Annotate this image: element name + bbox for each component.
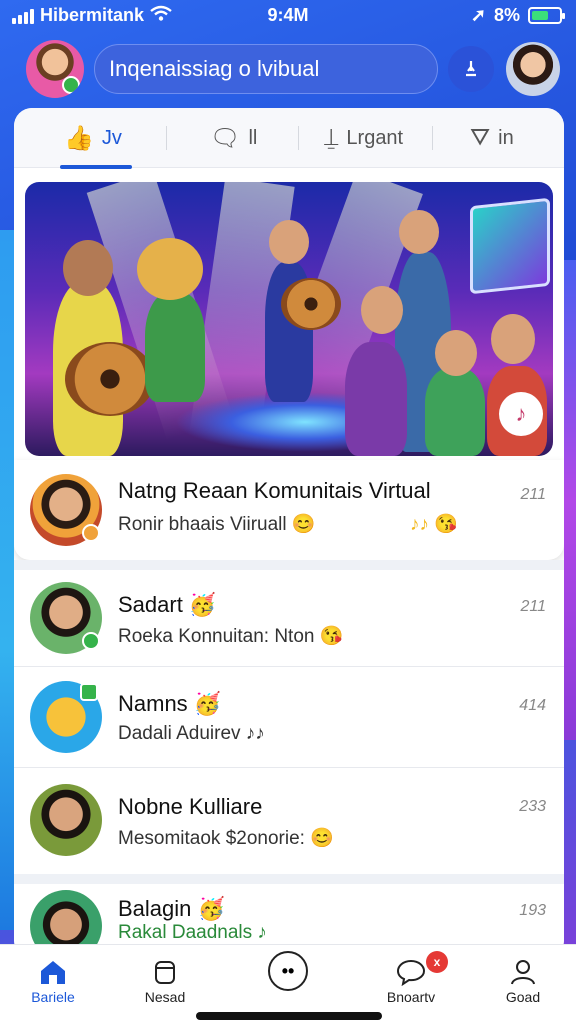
tab-tags[interactable]: ⍊ Lrgant	[324, 108, 403, 168]
profile-icon	[478, 955, 568, 989]
character-head	[491, 314, 535, 364]
chat-bubble-icon: 🗨	[210, 124, 241, 152]
chat-name: Nobne Kulliare	[118, 794, 263, 819]
contact-avatar[interactable]	[506, 42, 560, 96]
share-icon: ⛛	[470, 124, 491, 151]
character-fan	[345, 342, 407, 456]
tab-tags-label: Lrgant	[346, 126, 404, 149]
chat-name: Balagin 🥳	[118, 896, 225, 921]
tab-bar: 👍 Jv 🗨 ll ⍊ Lrgant ⛛ in	[14, 108, 564, 169]
character-head	[399, 210, 439, 254]
featured-event-image[interactable]: ♪	[25, 182, 553, 456]
chat-time: 233	[519, 798, 546, 815]
chat-time: 414	[519, 697, 546, 714]
nav-messages-label: Bnoartv	[386, 989, 436, 1005]
chat-message: Rakal Daadnals ♪	[118, 922, 267, 943]
character-head	[361, 286, 403, 334]
chat-avatar	[30, 474, 102, 546]
chat-name: Namns 🥳	[118, 691, 222, 716]
main-card: 👍 Jv 🗨 ll ⍊ Lrgant ⛛ in ♪ Natng Reaan Ko…	[14, 108, 564, 958]
home-icon	[8, 955, 98, 989]
chat-name: Natng Reaan Komunitais Virtual	[118, 478, 431, 503]
character-head	[269, 220, 309, 264]
chat-message: Ronir bhaais Viiruall 😊	[118, 514, 316, 535]
location-pin-icon[interactable]	[448, 46, 494, 92]
featured-chat-item[interactable]: Natng Reaan Komunitais Virtual Ronir bha…	[14, 460, 564, 560]
guitar	[65, 342, 155, 416]
battery-icon	[528, 7, 565, 24]
user-avatar[interactable]	[26, 40, 84, 98]
chat-message: Roeka Konnuitan: Nton 😘	[118, 626, 344, 647]
location-arrow-icon: ➚	[470, 5, 486, 25]
online-status-dot	[82, 632, 100, 650]
character-cartoon	[145, 292, 205, 402]
tab-comments-label: ll	[248, 126, 258, 149]
nav-home[interactable]: Bariele	[8, 955, 98, 1005]
chat-name: Sadart 🥳	[118, 592, 217, 617]
character-head	[137, 238, 203, 300]
app-header: Inqenaissiag o lvibual	[0, 38, 576, 100]
chat-message: Mesomitaok $2onorie: 😊	[118, 828, 334, 849]
chat-avatar	[30, 681, 102, 753]
tab-comments[interactable]: 🗨 ll	[210, 108, 257, 168]
chat-message: Dadali Aduirev ♪♪	[118, 723, 265, 744]
character-head	[435, 330, 477, 376]
tab-likes-label: Jv	[101, 126, 122, 149]
chat-time: 211	[520, 486, 546, 503]
guitar	[281, 278, 341, 330]
character-fan	[425, 368, 485, 456]
chat-time: 211	[520, 598, 546, 615]
nav-news[interactable]: Nesad	[120, 955, 210, 1005]
chat-item[interactable]: Nobne Kulliare Mesomitaok $2onorie: 😊 23…	[14, 768, 564, 874]
section-divider	[14, 874, 564, 884]
nav-news-label: Nesad	[144, 989, 186, 1005]
tab-share[interactable]: ⛛ in	[470, 108, 514, 168]
chat-avatar	[30, 784, 102, 856]
tab-likes[interactable]: 👍 Jv	[60, 108, 132, 169]
music-note-icon[interactable]: ♪	[499, 392, 543, 436]
tab-divider	[298, 126, 299, 150]
section-divider	[14, 560, 564, 570]
chat-emoji: ♪♪ 😘	[410, 514, 458, 535]
thumbs-up-icon: 👍	[64, 124, 94, 152]
chat-item[interactable]: Namns 🥳 Dadali Aduirev ♪♪ 414	[14, 667, 564, 767]
video-screen	[470, 197, 550, 295]
tag-icon: ⍊	[324, 124, 339, 151]
battery-percent: 8%	[493, 5, 520, 25]
status-dot	[82, 524, 100, 542]
home-indicator	[196, 1012, 382, 1020]
search-bar[interactable]: Inqenaissiag o lvibual	[94, 44, 438, 94]
nav-profile-label: Goad	[505, 989, 541, 1005]
cup-icon	[120, 955, 210, 989]
tab-share-label: in	[498, 126, 514, 149]
chat-avatar	[30, 582, 102, 654]
status-bar: Hibermitank 9:4M ➚ 8%	[0, 0, 576, 34]
notification-badge: x	[426, 951, 448, 973]
search-placeholder: Inqenaissiag o lvibual	[109, 56, 320, 81]
chat-bot-icon[interactable]: ••	[268, 951, 308, 991]
nav-profile[interactable]: Goad	[478, 955, 568, 1005]
online-status-dot	[62, 76, 80, 94]
tab-divider	[432, 126, 433, 150]
chat-item[interactable]: Sadart 🥳 Roeka Konnuitan: Nton 😘 211	[14, 570, 564, 666]
tab-divider	[166, 126, 167, 150]
nav-home-label: Bariele	[31, 989, 75, 1005]
character-head	[63, 240, 113, 296]
status-dot	[80, 683, 98, 701]
chat-time: 193	[519, 902, 546, 919]
